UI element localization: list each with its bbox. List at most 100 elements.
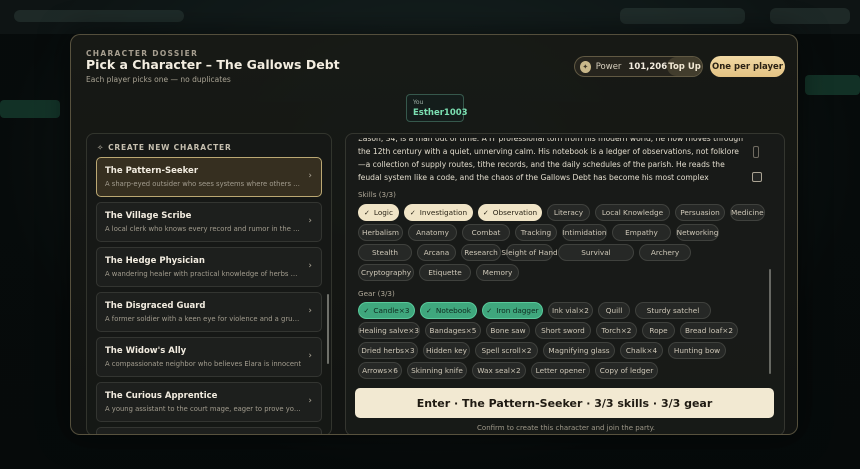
chevron-right-icon: › — [308, 306, 312, 316]
skill-chip[interactable]: Sleight of Hand — [501, 244, 558, 261]
gear-chip[interactable]: Bandages×5 — [425, 322, 481, 339]
skill-chip[interactable]: ✓ Investigation — [404, 204, 473, 221]
skill-chip[interactable]: Etiquette — [419, 264, 471, 281]
gear-chip[interactable]: Letter opener — [531, 362, 590, 379]
gear-chip[interactable]: Ink vial×2 — [548, 302, 593, 319]
gear-chip-label: Skinning knife — [411, 366, 463, 375]
skill-chip[interactable]: Archery — [639, 244, 691, 261]
background-blur — [805, 75, 860, 95]
skill-chip[interactable]: Survival — [558, 244, 634, 261]
character-description: A wandering healer with practical knowle… — [105, 270, 301, 278]
gear-chip[interactable]: Rope — [642, 322, 675, 339]
gear-label: Gear (3/3) — [358, 289, 395, 298]
skill-chip[interactable]: Cryptography — [358, 264, 414, 281]
character-name: The Widow's Ally — [105, 346, 187, 356]
skill-chip-label: Archery — [650, 248, 680, 257]
chevron-right-icon: › — [308, 171, 312, 181]
character-card[interactable]: The Hedge Physician A wandering healer wi… — [96, 247, 322, 287]
skill-chip[interactable]: Research — [461, 244, 501, 261]
gear-chip[interactable]: Hunting bow — [668, 342, 726, 359]
gear-chip[interactable]: Spell scroll×2 — [475, 342, 538, 359]
check-icon: ✓ — [486, 306, 493, 315]
skill-chip[interactable]: Medicine — [730, 204, 765, 221]
skill-chip-label: Logic — [373, 208, 393, 217]
skill-chip[interactable]: Intimidation — [562, 224, 607, 241]
gear-chip[interactable]: Chalk×4 — [620, 342, 663, 359]
skill-chip-label: Herbalism — [361, 228, 400, 237]
power-label: Power — [595, 61, 622, 72]
gear-chip[interactable]: ✓ Notebook — [420, 302, 477, 319]
skill-chip[interactable]: Combat — [462, 224, 510, 241]
top-up-button[interactable]: Top Up — [667, 57, 702, 76]
skill-chip[interactable]: Stealth — [358, 244, 412, 261]
skill-chip[interactable]: Herbalism — [358, 224, 403, 241]
chevron-right-icon: › — [308, 216, 312, 226]
skill-chip[interactable]: Local Knowledge — [595, 204, 670, 221]
gear-chip[interactable]: ✓ Candle×3 — [358, 302, 415, 319]
gear-chip-label: Chalk×4 — [625, 346, 658, 355]
resize-handle-icon[interactable] — [752, 172, 762, 182]
skill-chip-label: Sleight of Hand — [501, 248, 558, 257]
gear-chip-label: Quill — [605, 306, 623, 315]
character-card[interactable]: The Curious Apprentice A young assistant … — [96, 382, 322, 422]
power-coin-icon: ✦ — [580, 60, 591, 73]
one-per-player-button[interactable]: One per player — [710, 56, 785, 77]
chevron-right-icon: › — [308, 351, 312, 361]
skill-chip[interactable]: Persuasion — [675, 204, 725, 221]
bio-scrollbar[interactable] — [753, 146, 759, 158]
skill-chip-label: Tracking — [520, 228, 552, 237]
gear-chip[interactable]: Skinning knife — [407, 362, 467, 379]
gear-chip-label: Magnifying glass — [548, 346, 610, 355]
gear-chip[interactable]: Sturdy satchel — [635, 302, 711, 319]
gear-chip-label: Dried herbs×3 — [361, 346, 415, 355]
gear-chip-label: Iron dagger — [496, 306, 539, 315]
gear-chip[interactable]: Healing salve×3 — [358, 322, 420, 339]
character-bio[interactable]: Eason, 34, is a man out of time. A IT pr… — [358, 138, 762, 182]
character-card[interactable]: The Village Scribe A local clerk who know… — [96, 202, 322, 242]
gear-chip-label: Bone saw — [490, 326, 526, 335]
gear-chip[interactable]: Dried herbs×3 — [358, 342, 418, 359]
gear-chip[interactable]: Copy of ledger — [595, 362, 658, 379]
detail-scrollbar[interactable] — [769, 269, 771, 374]
skill-chip[interactable]: Anatomy — [408, 224, 457, 241]
character-card[interactable]: The Pattern-Seeker A sharp-eyed outsider … — [96, 157, 322, 197]
skill-chip[interactable]: Tracking — [515, 224, 557, 241]
gear-chip[interactable]: Quill — [598, 302, 630, 319]
gear-chip[interactable]: Bone saw — [486, 322, 530, 339]
gear-chip-label: Wax seal×2 — [477, 366, 521, 375]
sparkle-icon: ✧ — [97, 143, 105, 152]
gear-chip[interactable]: Torch×2 — [596, 322, 637, 339]
character-card[interactable]: The Silent Warden› — [96, 427, 322, 434]
create-new-character[interactable]: ✧ CREATE NEW CHARACTER — [97, 143, 232, 152]
check-icon: ✓ — [482, 208, 489, 217]
gear-chip[interactable]: Bread loaf×2 — [680, 322, 738, 339]
gear-chip-label: Torch×2 — [601, 326, 632, 335]
power-balance: ✦ Power 101,206 Top Up — [574, 56, 703, 77]
check-icon: ✓ — [363, 306, 370, 315]
gear-chip-label: Rope — [649, 326, 668, 335]
gear-chip[interactable]: Wax seal×2 — [472, 362, 526, 379]
enter-button[interactable]: Enter · The Pattern-Seeker · 3/3 skills … — [355, 388, 774, 418]
skill-chip[interactable]: Empathy — [612, 224, 671, 241]
skill-chip[interactable]: Networking — [676, 224, 719, 241]
gear-chip[interactable]: Short sword — [535, 322, 591, 339]
skill-chip[interactable]: Literacy — [547, 204, 590, 221]
character-card[interactable]: The Disgraced Guard A former soldier with… — [96, 292, 322, 332]
skill-chip[interactable]: Memory — [476, 264, 519, 281]
skill-chip[interactable]: ✓ Observation — [478, 204, 542, 221]
character-card[interactable]: The Widow's Ally A compassionate neighbor… — [96, 337, 322, 377]
skill-chip[interactable]: Arcana — [417, 244, 456, 261]
gear-chip[interactable]: Arrows×6 — [358, 362, 402, 379]
gear-chip-label: Candle×3 — [373, 306, 410, 315]
skill-chip-label: Persuasion — [680, 208, 720, 217]
gear-chip[interactable]: ✓ Iron dagger — [482, 302, 543, 319]
gear-chip[interactable]: Magnifying glass — [543, 342, 615, 359]
gear-chip-label: Hidden key — [426, 346, 467, 355]
gear-chip[interactable]: Hidden key — [423, 342, 470, 359]
you-label: You — [413, 99, 424, 106]
background-blur — [620, 8, 745, 24]
skill-chip-label: Combat — [471, 228, 501, 237]
skill-chip[interactable]: ✓ Logic — [358, 204, 399, 221]
list-scrollbar[interactable] — [327, 294, 329, 364]
gear-chip-label: Spell scroll×2 — [481, 346, 532, 355]
